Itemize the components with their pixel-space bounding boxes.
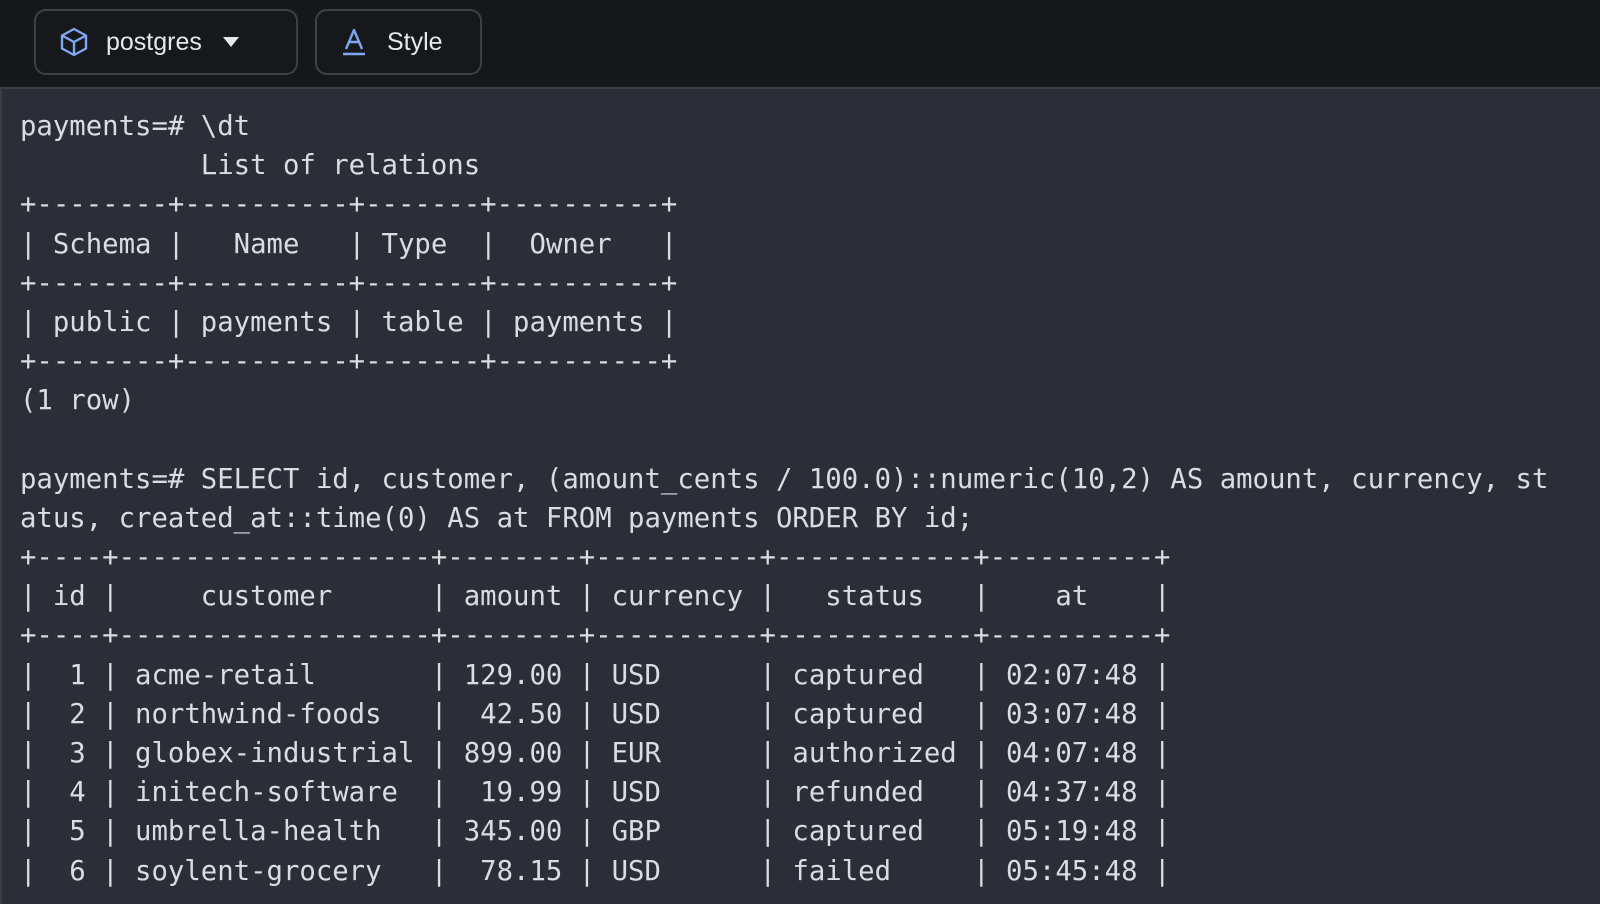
- cube-icon: [58, 26, 90, 58]
- terminal-line: atus, created_at::time(0) AS at FROM pay…: [20, 502, 974, 534]
- terminal-line: +----+-------------------+--------+-----…: [20, 542, 1171, 574]
- toolbar: postgres Style: [0, 0, 1600, 89]
- style-button[interactable]: Style: [315, 9, 482, 75]
- terminal-line: +--------+----------+-------+----------+: [20, 189, 678, 221]
- terminal-line: +--------+----------+-------+----------+: [20, 346, 678, 378]
- terminal-line: | 6 | soylent-grocery | 78.15 | USD | fa…: [20, 855, 1171, 887]
- terminal-line: (1 row): [20, 385, 136, 417]
- font-a-icon: [341, 27, 367, 57]
- terminal-line: | 5 | umbrella-health | 345.00 | GBP | c…: [20, 816, 1171, 848]
- terminal-output[interactable]: payments=# \dt List of relations +-------…: [0, 89, 1600, 904]
- database-label: postgres: [106, 27, 202, 56]
- terminal-line: | id | customer | amount | currency | st…: [20, 581, 1171, 613]
- style-label: Style: [387, 27, 443, 56]
- caret-down-icon: [222, 36, 240, 48]
- terminal-line: payments=# SELECT id, customer, (amount_…: [20, 463, 1549, 495]
- terminal-line: | 3 | globex-industrial | 899.00 | EUR |…: [20, 738, 1171, 769]
- terminal-line: | 4 | initech-software | 19.99 | USD | r…: [20, 777, 1171, 809]
- terminal-line: | Schema | Name | Type | Owner |: [20, 228, 678, 260]
- terminal-line: | public | payments | table | payments |: [20, 306, 678, 338]
- terminal-line: +----+-------------------+--------+-----…: [20, 620, 1171, 652]
- terminal-lines: payments=# \dt List of relations +-------…: [20, 107, 1548, 891]
- terminal-line: | 1 | acme-retail | 129.00 | USD | captu…: [20, 659, 1171, 691]
- terminal-line: List of relations: [20, 150, 481, 182]
- terminal-line: +--------+----------+-------+----------+: [20, 267, 678, 299]
- terminal-line: payments=# \dt: [20, 111, 251, 142]
- database-selector-button[interactable]: postgres: [34, 9, 298, 75]
- terminal-line: | 2 | northwind-foods | 42.50 | USD | ca…: [20, 698, 1171, 730]
